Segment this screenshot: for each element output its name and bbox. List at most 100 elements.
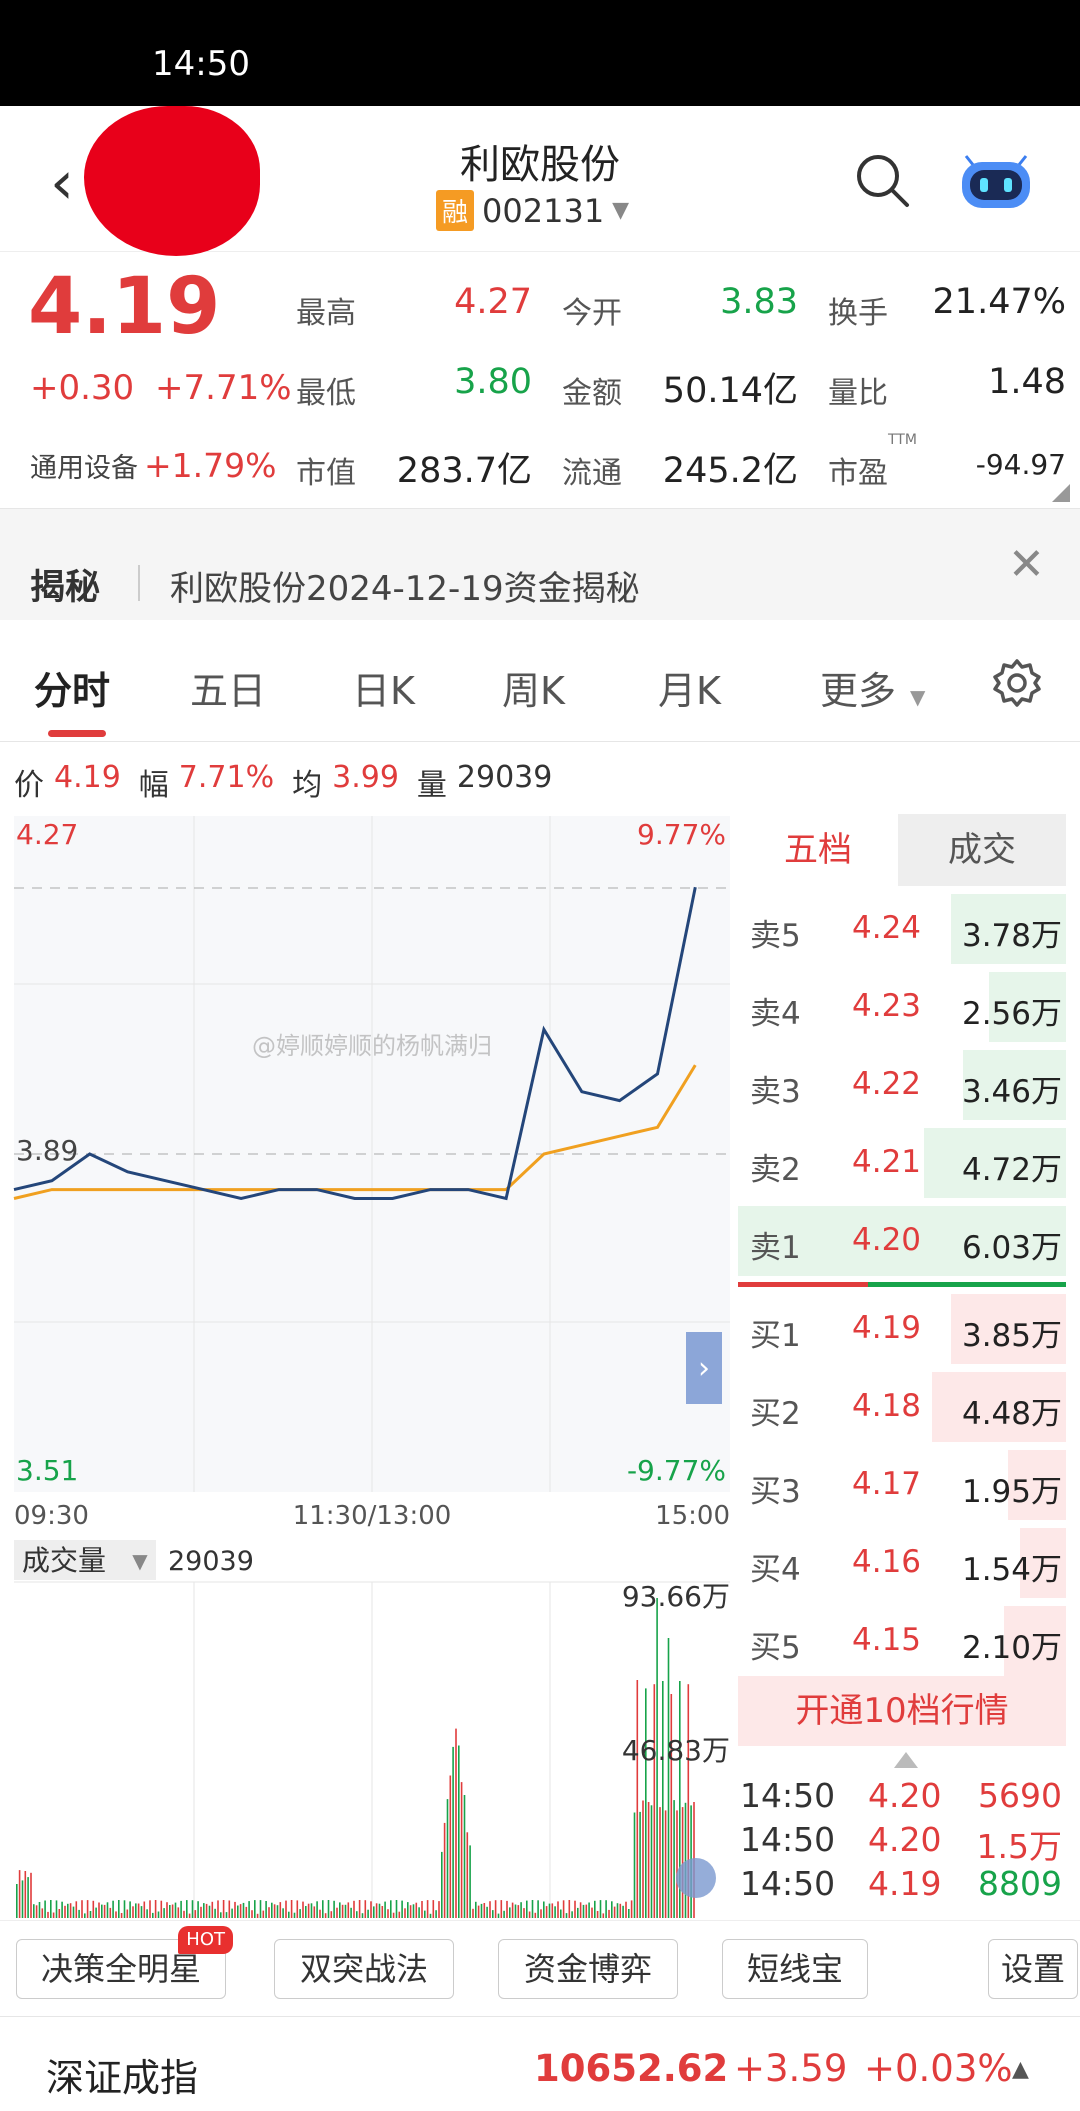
volume-bars	[16, 1598, 695, 1918]
ask-row[interactable]: 卖3 4.22 3.46万	[738, 1046, 1066, 1124]
chevron-up-icon[interactable]: ▲	[1012, 2057, 1029, 2082]
caret-down-icon: ▼	[132, 1549, 148, 1573]
level-volume: 6.03万	[961, 1230, 1062, 1266]
volume-bar	[475, 1901, 477, 1918]
volume-bar	[353, 1900, 355, 1918]
index-ticker-bar[interactable]: 深证成指 10652.62 +3.59 +0.03% ▲	[0, 2016, 1080, 2111]
tool-settings[interactable]: 设置	[988, 1939, 1078, 1999]
ask-row[interactable]: 卖4 4.23 2.56万	[738, 968, 1066, 1046]
volume-bar	[460, 1782, 463, 1918]
volume-bar	[129, 1901, 131, 1918]
volume-title: 成交量	[22, 1544, 106, 1577]
caret-down-icon: ▼	[910, 685, 926, 709]
search-icon[interactable]	[852, 150, 912, 210]
tab-trades[interactable]: 成交	[898, 814, 1066, 886]
tool-fund-game[interactable]: 资金博弈	[498, 1939, 678, 1999]
bid-row[interactable]: 买2 4.18 4.48万	[738, 1368, 1066, 1446]
volume-bar	[514, 1904, 517, 1918]
volume-bar	[47, 1911, 49, 1918]
bid-row[interactable]: 买1 4.19 3.85万	[738, 1290, 1066, 1368]
bid-row[interactable]: 买5 4.15 2.10万	[738, 1602, 1066, 1680]
volume-bar	[616, 1903, 619, 1918]
ask-row[interactable]: 卖2 4.21 4.72万	[738, 1124, 1066, 1202]
bid-row[interactable]: 买3 4.17 1.95万	[738, 1446, 1066, 1524]
tab-intraday[interactable]: 分时	[34, 660, 110, 715]
tab-five-day[interactable]: 五日	[190, 660, 266, 715]
volume-bar	[169, 1905, 171, 1918]
volume-bar	[256, 1913, 259, 1918]
intraday-chart[interactable]: 4.27 9.77% 3.89 3.51 -9.77% @婷顺婷顺的杨帆满归 ›…	[0, 800, 740, 1920]
ask-bid-ratio-red	[738, 1282, 868, 1287]
volume-bar	[259, 1900, 262, 1918]
volume-bar	[594, 1900, 596, 1918]
volume-max-label: 93.66万	[622, 1580, 730, 1613]
volume-bar	[551, 1903, 554, 1918]
gear-icon[interactable]	[992, 658, 1042, 708]
tab-weekly-k[interactable]: 周K	[502, 660, 565, 715]
stock-code-selector[interactable]: 融 002131 ▼	[436, 190, 629, 231]
volume-bar	[356, 1911, 358, 1918]
tool-decision-star[interactable]: 决策全明星 HOT	[16, 1926, 233, 1999]
zoom-handle-icon[interactable]	[676, 1858, 716, 1898]
volume-bar	[429, 1913, 432, 1918]
level-price: 4.22	[852, 1066, 922, 1102]
volume-bar	[364, 1900, 367, 1918]
volume-bar	[120, 1913, 123, 1918]
tab-five-levels[interactable]: 五档	[738, 814, 898, 886]
info-price: 4.19	[54, 760, 121, 795]
ask-row[interactable]: 卖1 4.20 6.03万	[738, 1202, 1066, 1280]
capital-reveal-banner[interactable]: 揭秘 利欧股份2024-12-19资金揭秘 ✕	[0, 508, 1080, 620]
expand-corner-icon[interactable]	[1052, 484, 1070, 502]
volume-bar	[273, 1904, 276, 1918]
volume-bar	[418, 1907, 420, 1918]
volume-bar	[313, 1906, 316, 1918]
margin-badge: 融	[436, 190, 475, 231]
volume-bar	[664, 1810, 667, 1918]
tab-more[interactable]: 更多 ▼	[820, 660, 925, 715]
volume-bar	[619, 1903, 622, 1918]
volume-bar	[370, 1901, 372, 1918]
volume-bar	[55, 1900, 58, 1918]
tool-short-term[interactable]: 短线宝	[722, 1939, 868, 1999]
level-price: 4.18	[852, 1388, 922, 1424]
hot-badge: HOT	[178, 1926, 233, 1954]
time-end: 15:00	[655, 1501, 730, 1531]
sector-info[interactable]: 通用设备 +1.79%	[30, 446, 276, 485]
volume-bar	[103, 1904, 106, 1918]
volume-bar	[375, 1903, 378, 1918]
volume-bar	[642, 1800, 644, 1918]
tool-double-breakout[interactable]: 双突战法	[274, 1939, 454, 1999]
volume-bar	[268, 1907, 270, 1918]
label-float-cap: 流通	[562, 456, 622, 491]
ask-row[interactable]: 卖5 4.24 3.78万	[738, 890, 1066, 968]
volume-bar	[336, 1907, 338, 1918]
volume-bar	[395, 1900, 398, 1918]
close-icon[interactable]: ✕	[1008, 539, 1045, 590]
collapse-up-icon[interactable]	[894, 1752, 918, 1768]
volume-bar	[50, 1900, 52, 1918]
tab-daily-k[interactable]: 日K	[352, 660, 415, 715]
robot-assistant-icon[interactable]	[956, 148, 1036, 212]
volume-bar	[276, 1905, 279, 1918]
volume-bar	[577, 1907, 579, 1918]
volume-mid-label: 46.83万	[622, 1734, 730, 1767]
volume-bar	[95, 1907, 97, 1918]
level-price: 4.15	[852, 1622, 922, 1658]
volume-bar	[180, 1900, 182, 1918]
open-10-level-button[interactable]: 开通10档行情	[738, 1676, 1066, 1746]
volume-bar	[84, 1913, 86, 1918]
volume-bar	[545, 1906, 548, 1918]
volume-bar	[381, 1906, 384, 1918]
info-avg: 3.99	[332, 760, 399, 795]
tab-monthly-k[interactable]: 月K	[658, 660, 721, 715]
volume-bar	[89, 1911, 92, 1918]
volume-bar	[160, 1900, 163, 1918]
volume-bar	[214, 1908, 216, 1918]
volume-bar	[361, 1913, 364, 1918]
volume-bar	[373, 1906, 375, 1918]
volume-bar	[112, 1900, 114, 1918]
volume-bar	[534, 1912, 537, 1918]
chart-tabs: 分时 五日 日K 周K 月K 更多 ▼	[0, 620, 1080, 742]
volume-bar	[296, 1900, 299, 1918]
bid-row[interactable]: 买4 4.16 1.54万	[738, 1524, 1066, 1602]
